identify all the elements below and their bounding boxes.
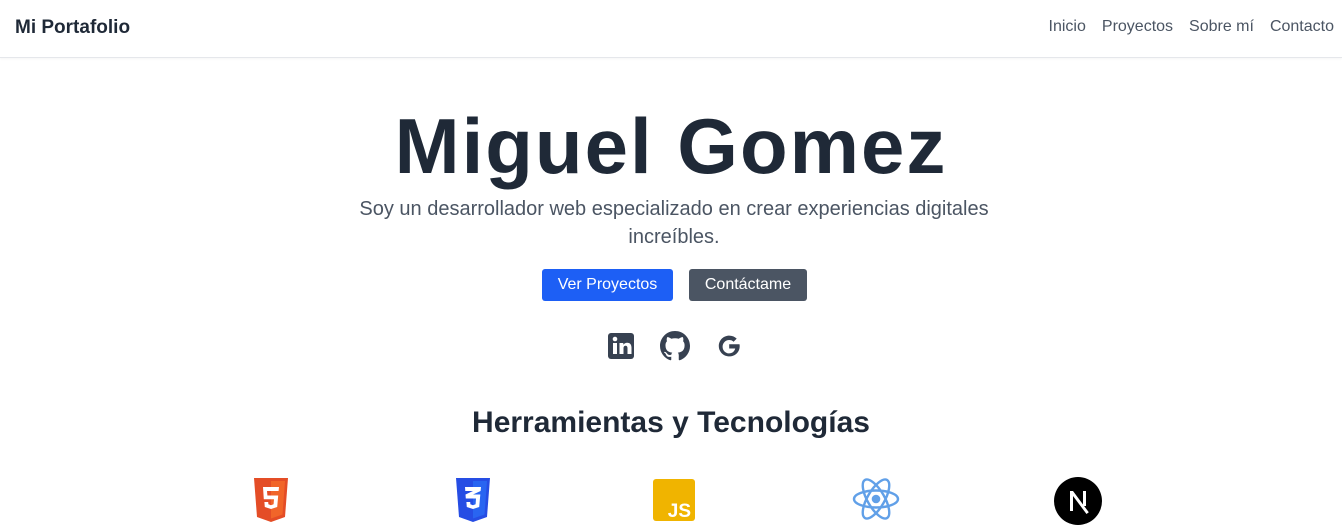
brand-logo[interactable]: Mi Portafolio — [15, 17, 130, 39]
css3-icon — [454, 477, 492, 528]
tools-section-title: Herramientas y Tecnologías — [472, 406, 870, 439]
navbar: Mi Portafolio Inicio Proyectos Sobre mí … — [0, 0, 1342, 58]
javascript-icon: JS — [653, 479, 695, 526]
github-icon[interactable] — [660, 331, 690, 361]
nav-link-inicio[interactable]: Inicio — [1049, 18, 1086, 36]
nav-link-proyectos[interactable]: Proyectos — [1102, 18, 1173, 36]
hero-subtitle: Soy un desarrollador web especializado e… — [359, 198, 989, 248]
html5-icon — [252, 477, 290, 528]
nav-link-contacto[interactable]: Contacto — [1270, 18, 1334, 36]
hero-title: Miguel Gomez — [394, 102, 948, 190]
nav-links: Inicio Proyectos Sobre mí Contacto — [1049, 18, 1334, 36]
linkedin-icon[interactable] — [606, 331, 636, 361]
nav-link-sobre-mi[interactable]: Sobre mí — [1189, 18, 1254, 36]
javascript-label: JS — [668, 501, 691, 521]
react-icon — [851, 476, 901, 527]
view-projects-button[interactable]: Ver Proyectos — [542, 269, 673, 301]
nextjs-icon — [1053, 476, 1103, 531]
contact-button[interactable]: Contáctame — [689, 269, 807, 301]
google-icon[interactable] — [714, 331, 744, 361]
